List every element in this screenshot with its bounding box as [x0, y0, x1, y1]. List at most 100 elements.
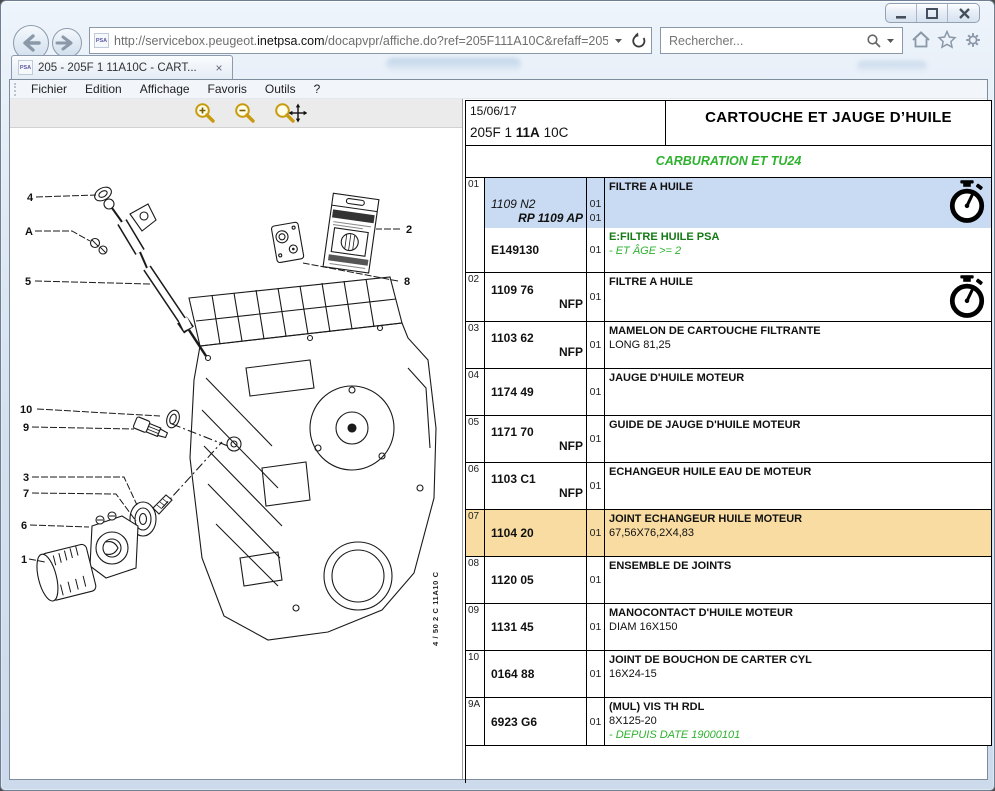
cell-text: DIAM 16X150 [609, 620, 987, 634]
diagram-panel: 4A51093761284 / 50 2 C 11A10 C [10, 99, 463, 779]
cell-text: MAMELON DE CARTOUCHE FILTRANTE [609, 324, 987, 338]
diagram-callout-3[interactable]: 3 [23, 472, 29, 484]
browser-window: PSA http://servicebox.peugeot.inetpsa.co… [0, 0, 995, 791]
table-row[interactable]: 100164 8801JOINT DE BOUCHON DE CARTER CY… [466, 651, 991, 698]
diagram-callout-10[interactable]: 10 [20, 404, 32, 416]
menu-item-outils[interactable]: Outils [256, 82, 305, 96]
menu-grip [14, 83, 18, 96]
maximize-button[interactable] [917, 4, 948, 22]
close-button[interactable] [948, 4, 979, 22]
cell-text: 1103 62 [491, 331, 584, 345]
cell-text: NFP [491, 297, 584, 311]
row-number: 07 [466, 510, 485, 556]
back-arrow-icon [16, 28, 46, 58]
window-controls [885, 3, 980, 23]
zoom-out-button[interactable] [233, 101, 257, 125]
address-bar[interactable]: PSA http://servicebox.peugeot.inetpsa.co… [89, 27, 652, 54]
part-reference: 1103 C1NFP [485, 463, 587, 509]
cell-text: JAUGE D'HUILE MOTEUR [609, 371, 987, 385]
part-reference: 1120 05 [485, 557, 587, 603]
diagram-callout-5[interactable]: 5 [25, 276, 31, 288]
minimize-button[interactable] [886, 4, 917, 22]
url-dropdown-icon[interactable] [613, 37, 624, 45]
part-reference: 1109 76NFP [485, 273, 587, 321]
diagram-sheet-code: 4 / 50 2 C 11A10 C [431, 571, 440, 646]
parts-panel: 15/06/17 205F 1 11A 10C CARTOUCHE ET JAU… [465, 100, 992, 783]
cell-text: 1174 49 [491, 385, 584, 399]
home-icon[interactable] [911, 30, 933, 50]
url-text[interactable]: http://servicebox.peugeot.inetpsa.com/do… [114, 34, 608, 48]
menu-item-help[interactable]: ? [305, 82, 330, 96]
cell-text: RP 1109 AP [491, 211, 584, 225]
cell-text: - ET ÂGE >= 2 [609, 244, 987, 258]
gasket-art [271, 222, 304, 263]
search-dropdown-icon[interactable] [886, 37, 896, 45]
cell-text: 01 [590, 338, 602, 352]
table-row[interactable]: 011109 N2RP 1109 AP0101FILTRE A HUILEE14… [466, 178, 991, 273]
cell-text: 1109 76 [491, 283, 584, 297]
forward-button[interactable] [52, 28, 82, 58]
part-description: FILTRE A HUILE [605, 273, 991, 321]
table-row[interactable]: 061103 C1NFP01ECHANGEUR HUILE EAU DE MOT… [466, 463, 991, 510]
cell-text: 1109 N2 [491, 197, 584, 211]
part-quantity: 01 [587, 651, 605, 697]
diagram-callout-4[interactable]: 4 [27, 192, 34, 204]
row-number: 03 [466, 322, 485, 368]
callout-leader-line [35, 281, 150, 284]
table-row[interactable]: 041174 4901JAUGE D'HUILE MOTEUR [466, 369, 991, 416]
row-number: 09 [466, 604, 485, 650]
diagram-callout-7[interactable]: 7 [23, 488, 29, 500]
diagram-callout-1[interactable]: 1 [21, 554, 27, 566]
stopwatch-icon [948, 275, 986, 322]
callout-leader-line [32, 427, 134, 429]
stopwatch-icon [948, 180, 986, 227]
document-title-cell: CARTOUCHE ET JAUGE D’HUILE [666, 101, 991, 145]
table-row[interactable]: 081120 0501ENSEMBLE DE JOINTS [466, 557, 991, 604]
diagram-callout-A[interactable]: A [25, 226, 33, 238]
part-reference: 1131 45 [485, 604, 587, 650]
menu-item-fichier[interactable]: Fichier [22, 82, 76, 96]
part-reference: 1174 49 [485, 369, 587, 415]
part-description: ENSEMBLE DE JOINTS [605, 557, 991, 603]
part-description: ECHANGEUR HUILE EAU DE MOTEUR [605, 463, 991, 509]
exchanger-art [90, 512, 138, 578]
tab-close-icon[interactable]: × [212, 61, 226, 75]
table-row[interactable]: 031103 62NFP01MAMELON DE CARTOUCHE FILTR… [466, 322, 991, 369]
zoom-pan-button[interactable] [273, 101, 307, 125]
cell-text: (MUL) VIS TH RDL [609, 700, 987, 714]
diagram-toolbar [10, 99, 462, 128]
search-box[interactable] [660, 27, 903, 54]
table-row[interactable]: 071104 2001JOINT ECHANGEUR HUILE MOTEUR6… [466, 510, 991, 557]
cell-text: MANOCONTACT D'HUILE MOTEUR [609, 606, 987, 620]
table-row[interactable]: 021109 76NFP01FILTRE A HUILE [466, 273, 991, 322]
sensor-art [133, 409, 228, 446]
diagram-callout-6[interactable]: 6 [21, 520, 27, 532]
cell-text: 1103 C1 [491, 472, 584, 486]
cell-text: E:FILTRE HUILE PSA [609, 230, 987, 244]
menu-item-edition[interactable]: Edition [76, 82, 131, 96]
zoom-in-button[interactable] [193, 101, 217, 125]
refresh-icon[interactable] [629, 32, 647, 50]
table-header: 15/06/17 205F 1 11A 10C CARTOUCHE ET JAU… [466, 101, 991, 146]
table-row[interactable]: 051171 70NFP01GUIDE DE JAUGE D'HUILE MOT… [466, 416, 991, 463]
browser-tab[interactable]: PSA 205 - 205F 1 11A10C - CART... × [11, 55, 233, 79]
part-reference: 1171 70NFP [485, 416, 587, 462]
settings-gear-icon[interactable] [963, 30, 985, 50]
diagram-callout-8[interactable]: 8 [404, 276, 410, 288]
search-icon[interactable] [866, 33, 882, 49]
diagram-callout-9[interactable]: 9 [23, 422, 29, 434]
part-quantity: 01 [587, 698, 605, 745]
part-description: JAUGE D'HUILE MOTEUR [605, 369, 991, 415]
cell-text: 1131 45 [491, 620, 584, 634]
diagram-callout-2[interactable]: 2 [406, 224, 412, 236]
table-row[interactable]: 9A6923 G601(MUL) VIS TH RDL8X125-20- DEP… [466, 698, 991, 745]
search-input[interactable] [667, 33, 862, 49]
document-subtitle: CARBURATION ET TU24 [466, 146, 991, 178]
menu-item-affichage[interactable]: Affichage [131, 82, 199, 96]
cell-text: 01 [590, 290, 602, 304]
cell-text: 67,56X76,2X4,83 [609, 526, 987, 540]
menu-item-favoris[interactable]: Favoris [199, 82, 256, 96]
favorites-star-icon[interactable] [937, 30, 959, 50]
table-row[interactable]: 091131 4501MANOCONTACT D'HUILE MOTEURDIA… [466, 604, 991, 651]
cell-text: 01 [590, 573, 602, 587]
